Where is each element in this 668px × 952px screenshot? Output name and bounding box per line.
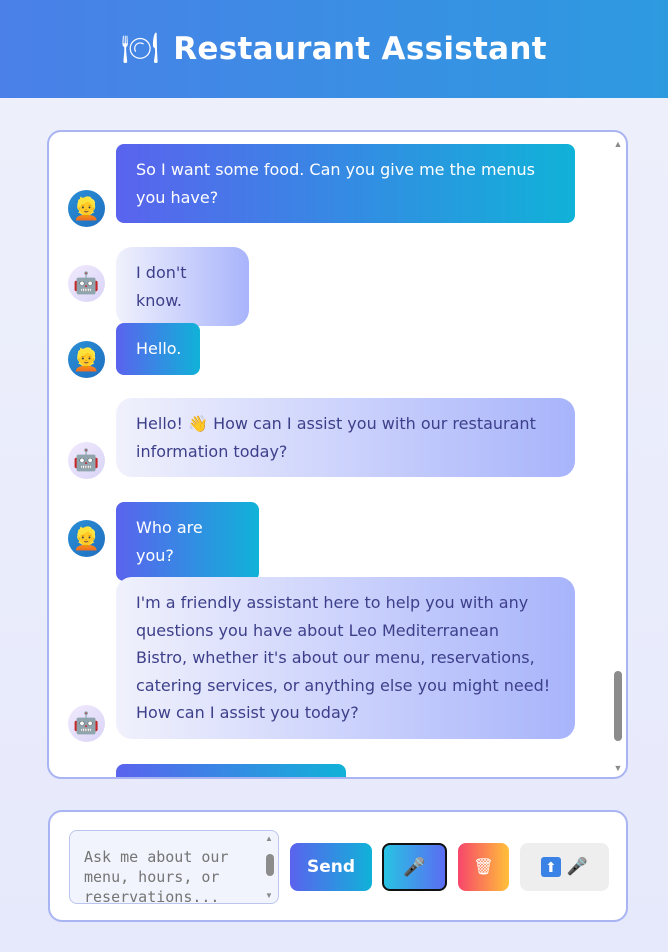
upload-arrow-icon: ⬆ (540, 857, 561, 877)
input-scroll-thumb[interactable] (266, 854, 274, 876)
send-button[interactable]: Send (290, 843, 372, 891)
bot-avatar-icon: 🤖 (68, 265, 105, 302)
microphone-icon: 🎤 (566, 857, 589, 876)
clear-chat-button[interactable]: 🗑 (458, 843, 509, 891)
input-panel: ▲ ▼ Send 🎤 🗑 ⬆ 🎤 (48, 810, 628, 922)
upload-audio-button[interactable]: ⬆ 🎤 (520, 843, 609, 891)
trash-icon: 🗑 (473, 859, 494, 876)
bot-message-bubble: Hello! 👋 How can I assist you with our r… (116, 398, 575, 477)
user-message-bubble-partial (116, 764, 346, 777)
bot-avatar-icon: 🤖 (68, 442, 105, 479)
voice-input-button[interactable]: 🎤 (382, 843, 447, 891)
input-scrollbar[interactable]: ▲ ▼ (263, 832, 277, 902)
user-message-bubble: Who are you? (116, 502, 259, 581)
chat-window[interactable]: 👱 So I want some food. Can you give me t… (47, 130, 628, 779)
page-title: Restaurant Assistant (173, 31, 547, 67)
message-input[interactable] (69, 830, 279, 904)
input-scroll-down-icon[interactable]: ▼ (265, 891, 273, 900)
microphone-icon: 🎤 (403, 856, 426, 877)
app-header: 🍽 Restaurant Assistant (0, 0, 668, 98)
bot-message-bubble: I'm a friendly assistant here to help yo… (116, 577, 575, 739)
user-avatar-icon: 👱 (68, 190, 105, 227)
scroll-down-arrow-icon[interactable]: ▼ (613, 763, 623, 773)
bot-message-bubble: I don't know. (116, 247, 249, 326)
plate-cutlery-icon: 🍽 (121, 32, 160, 65)
user-avatar-icon: 👱 (68, 520, 105, 557)
bot-avatar-icon: 🤖 (68, 705, 105, 742)
title-wrap: 🍽 Restaurant Assistant (121, 31, 547, 67)
user-avatar-icon: 👱 (68, 341, 105, 378)
user-message-bubble: Hello. (116, 323, 200, 375)
scroll-up-arrow-icon[interactable]: ▲ (613, 139, 623, 149)
scroll-thumb[interactable] (614, 671, 622, 741)
user-message-bubble: So I want some food. Can you give me the… (116, 144, 575, 223)
chat-scrollbar[interactable]: ▲ ▼ (612, 136, 624, 776)
input-scroll-up-icon[interactable]: ▲ (265, 834, 273, 843)
